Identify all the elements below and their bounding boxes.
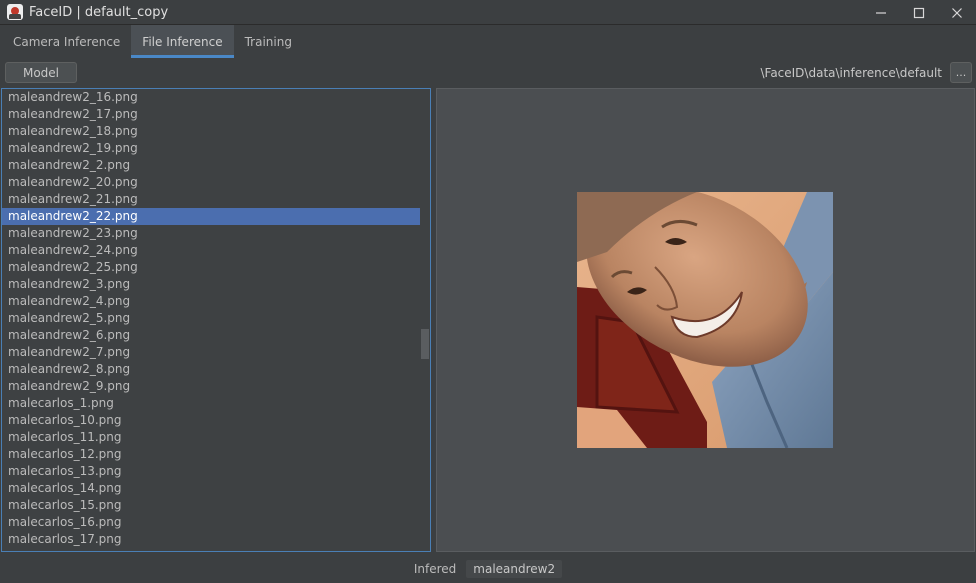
list-item[interactable]: malecarlos_10.png [2, 412, 421, 429]
list-item[interactable]: malecarlos_15.png [2, 497, 421, 514]
list-item[interactable]: maleandrew2_2.png [2, 157, 421, 174]
image-preview-pane [436, 88, 975, 552]
tab-bar: Camera Inference File Inference Training [0, 25, 976, 58]
list-item[interactable]: malecarlos_16.png [2, 514, 421, 531]
list-item[interactable]: malecarlos_11.png [2, 429, 421, 446]
title-bar: FaceID | default_copy [0, 0, 976, 25]
inferred-label: Infered [413, 562, 457, 576]
list-item[interactable]: maleandrew2_17.png [2, 106, 421, 123]
status-bar: Infered maleandrew2 [0, 555, 976, 583]
inference-path: \FaceID\data\inference\default [760, 66, 942, 80]
model-button[interactable]: Model [5, 62, 77, 83]
toolbar: Model \FaceID\data\inference\default ... [0, 58, 976, 88]
list-item[interactable]: maleandrew2_6.png [2, 327, 421, 344]
face-preview-image [577, 192, 833, 448]
tab-camera-inference[interactable]: Camera Inference [2, 25, 131, 58]
close-icon [952, 7, 962, 18]
app-logo-icon [7, 4, 23, 20]
minimize-button[interactable] [862, 0, 900, 25]
maximize-icon [913, 7, 925, 18]
browse-button[interactable]: ... [950, 62, 972, 83]
tab-file-inference[interactable]: File Inference [131, 25, 234, 58]
list-item[interactable]: malecarlos_12.png [2, 446, 421, 463]
list-item[interactable]: maleandrew2_4.png [2, 293, 421, 310]
list-item[interactable]: maleandrew2_21.png [2, 191, 421, 208]
window-title: FaceID | default_copy [29, 4, 169, 20]
list-item[interactable]: maleandrew2_22.png [2, 208, 421, 225]
list-item[interactable]: maleandrew2_7.png [2, 344, 421, 361]
minimize-icon [876, 11, 886, 14]
list-item[interactable]: maleandrew2_9.png [2, 378, 421, 395]
list-item[interactable]: maleandrew2_19.png [2, 140, 421, 157]
list-item[interactable]: malecarlos_13.png [2, 463, 421, 480]
maximize-button[interactable] [900, 0, 938, 25]
list-scrollbar[interactable] [420, 89, 430, 551]
list-item[interactable]: maleandrew2_16.png [2, 89, 421, 106]
close-button[interactable] [938, 0, 976, 25]
list-item[interactable]: maleandrew2_25.png [2, 259, 421, 276]
scrollbar-thumb[interactable] [421, 329, 429, 359]
list-item[interactable]: maleandrew2_18.png [2, 123, 421, 140]
list-item[interactable]: malecarlos_1.png [2, 395, 421, 412]
list-item[interactable]: maleandrew2_24.png [2, 242, 421, 259]
list-item[interactable]: maleandrew2_8.png [2, 361, 421, 378]
file-list[interactable]: maleandrew2_16.png maleandrew2_17.png male… [1, 88, 431, 552]
list-item[interactable]: malecarlos_14.png [2, 480, 421, 497]
list-item[interactable]: maleandrew2_20.png [2, 174, 421, 191]
tab-training[interactable]: Training [234, 25, 303, 58]
list-item[interactable]: maleandrew2_23.png [2, 225, 421, 242]
list-item[interactable]: maleandrew2_3.png [2, 276, 421, 293]
list-item[interactable]: maleandrew2_5.png [2, 310, 421, 327]
inferred-value: maleandrew2 [466, 560, 563, 578]
list-item[interactable]: malecarlos_17.png [2, 531, 421, 548]
